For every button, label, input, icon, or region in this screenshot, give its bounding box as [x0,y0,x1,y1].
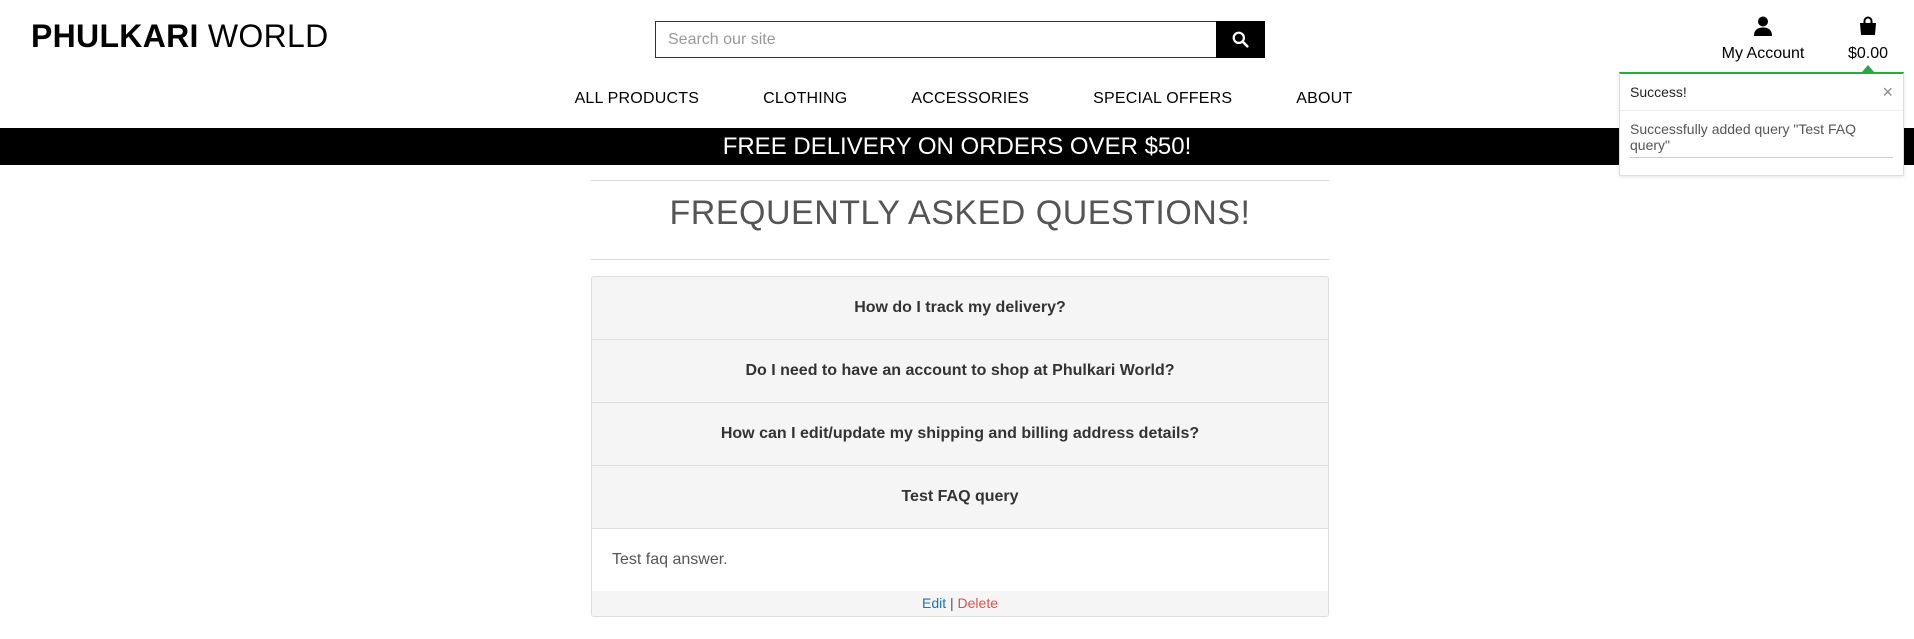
nav-about[interactable]: ABOUT [1296,90,1352,108]
logo-regular: WORLD [198,18,329,54]
action-separator: | [950,595,954,611]
nav-all-products[interactable]: ALL PRODUCTS [575,90,700,108]
faq-question[interactable]: How do I track my delivery? [592,277,1328,340]
edit-link[interactable]: Edit [922,595,946,611]
faq-accordion: How do I track my delivery? Do I need to… [591,276,1329,617]
title-divider-bottom [591,259,1329,260]
toast-message: Successfully added query "Test FAQ query… [1630,121,1893,158]
shopping-bag-link[interactable]: $0.00 [1846,16,1890,63]
faq-admin-actions: Edit | Delete [592,591,1328,616]
site-logo[interactable]: PHULKARI WORLD [31,18,329,55]
bag-total: $0.00 [1847,45,1889,62]
faq-question[interactable]: How can I edit/update my shipping and bi… [592,403,1328,466]
title-divider-top [591,180,1329,181]
success-toast: Success! × Successfully added query "Tes… [1619,65,1904,176]
faq-answer: Test faq answer. [592,529,1328,591]
faq-question[interactable]: Do I need to have an account to shop at … [592,340,1328,403]
delete-link[interactable]: Delete [958,595,998,611]
toast-header: Success! × [1620,74,1903,111]
nav-clothing[interactable]: CLOTHING [763,90,847,108]
user-icon [1754,16,1772,36]
my-account-link[interactable]: My Account [1716,16,1810,63]
toast-title: Success! [1630,84,1687,100]
shopping-bag-icon [1860,16,1876,35]
nav-special-offers[interactable]: SPECIAL OFFERS [1093,90,1232,108]
page-title: FREQUENTLY ASKED QUESTIONS! [669,194,1251,232]
toast-body: Successfully added query "Test FAQ query… [1620,111,1903,158]
toast-arrow [1862,65,1874,72]
nav-accessories[interactable]: ACCESSORIES [911,90,1029,108]
search-bar [655,21,1265,58]
search-button[interactable] [1216,21,1265,58]
search-input[interactable] [655,21,1216,58]
logo-bold: PHULKARI [31,18,199,54]
close-icon[interactable]: × [1882,74,1893,110]
search-icon [1232,31,1249,48]
faq-question[interactable]: Test FAQ query [592,466,1328,529]
my-account-label: My Account [1721,45,1805,62]
